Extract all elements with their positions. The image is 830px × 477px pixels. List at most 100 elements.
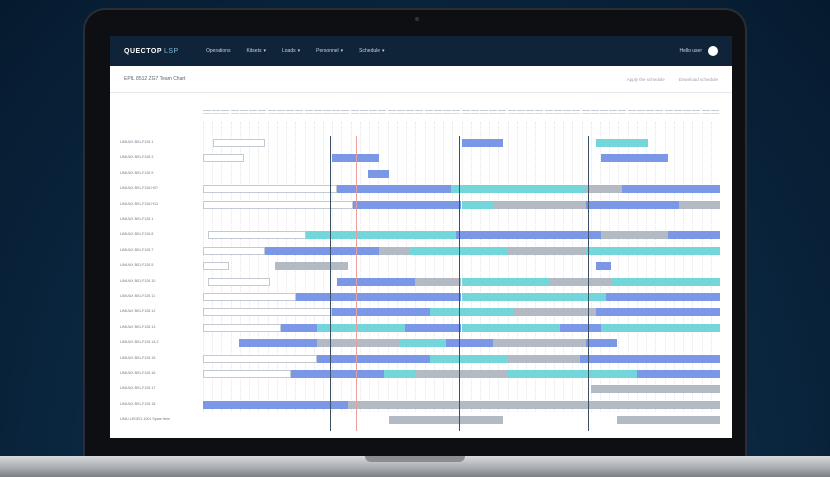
download-schedule-link[interactable]: Download schedule: [679, 77, 718, 82]
gantt-bar[interactable]: [492, 200, 586, 209]
day-column-header: [295, 110, 304, 118]
gantt-bar[interactable]: [595, 262, 612, 271]
gantt-bar[interactable]: [203, 354, 317, 363]
row-label: LIMUUX B01-F126 3: [120, 155, 154, 160]
gantt-bar[interactable]: [203, 400, 348, 409]
gantt-bar[interactable]: [414, 277, 462, 286]
gantt-bar[interactable]: [585, 246, 720, 255]
gantt-bar[interactable]: [290, 370, 384, 378]
grid-line: [415, 122, 417, 412]
gantt-bar[interactable]: [399, 339, 446, 348]
day-column-header: [664, 110, 673, 118]
gantt-bar[interactable]: [621, 185, 720, 194]
gantt-bar[interactable]: [203, 370, 291, 378]
gantt-bar[interactable]: [275, 262, 348, 271]
gantt-bar[interactable]: [445, 339, 493, 348]
gantt-bar[interactable]: [208, 231, 307, 240]
gantt-bar[interactable]: [616, 416, 720, 425]
gantt-bar[interactable]: [414, 370, 509, 378]
gantt-bar[interactable]: [347, 400, 720, 409]
gantt-bar[interactable]: [239, 339, 317, 348]
gantt-bar[interactable]: [389, 416, 503, 425]
gantt-bar[interactable]: [203, 262, 229, 271]
gantt-bar[interactable]: [451, 185, 586, 194]
brand-logo[interactable]: QUECTOP LSP: [124, 48, 206, 55]
grid-line: [664, 122, 666, 412]
gantt-bar[interactable]: [352, 200, 462, 209]
gantt-bar[interactable]: [203, 246, 266, 255]
gantt-bar[interactable]: [280, 323, 317, 332]
gantt-bar[interactable]: [601, 231, 669, 240]
gantt-bar[interactable]: [678, 200, 720, 209]
gantt-bar[interactable]: [595, 139, 648, 147]
gantt-bar[interactable]: [585, 339, 617, 348]
apply-schedule-link[interactable]: Apply the schedule: [627, 77, 665, 82]
gantt-bar[interactable]: [508, 354, 581, 363]
day-column-header: [535, 110, 544, 118]
gantt-bar[interactable]: [203, 293, 297, 301]
gantt-bar[interactable]: [585, 200, 679, 209]
gantt-bar[interactable]: [203, 308, 333, 317]
nav-item-personnel[interactable]: Personnel ▾: [316, 48, 343, 54]
gantt-bar[interactable]: [461, 293, 607, 301]
gantt-bar[interactable]: [316, 354, 431, 363]
gantt-bar[interactable]: [332, 308, 431, 317]
gantt-bar[interactable]: [549, 277, 612, 286]
grid-line: [590, 122, 592, 412]
chevron-down-icon: ▾: [340, 48, 344, 54]
day-column-header: [507, 110, 516, 118]
gantt-bar[interactable]: [456, 231, 602, 240]
gantt-bar[interactable]: [296, 293, 462, 301]
gantt-bar[interactable]: [595, 308, 720, 317]
nav-item-schedule[interactable]: Schedule ▾: [359, 48, 384, 54]
gantt-bar[interactable]: [580, 354, 720, 363]
gantt-bar[interactable]: [461, 139, 503, 147]
gantt-bar[interactable]: [508, 370, 638, 378]
gantt-bar[interactable]: [265, 246, 379, 255]
row-label: LIMUUX B01-F126 14-2: [120, 340, 159, 345]
gantt-bar[interactable]: [203, 185, 338, 194]
nav-item-loads[interactable]: Loads ▾: [282, 48, 300, 54]
day-column-header: [544, 110, 553, 118]
day-column-header: [415, 110, 424, 118]
grid-line: [239, 122, 241, 412]
gantt-bar[interactable]: [203, 154, 245, 163]
nav-item-kitsets[interactable]: Kitsets ▾: [246, 48, 266, 54]
gantt-bar[interactable]: [461, 323, 560, 332]
nav-item-operations[interactable]: Operations: [206, 48, 230, 54]
gantt-bar[interactable]: [461, 200, 493, 209]
gantt-bar[interactable]: [508, 246, 586, 255]
grid-line: [443, 122, 445, 412]
gantt-bar[interactable]: [337, 277, 415, 286]
gantt-bar[interactable]: [513, 308, 596, 317]
gantt-bar[interactable]: [208, 277, 271, 286]
gantt-bar[interactable]: [606, 293, 720, 301]
gantt-bar[interactable]: [601, 154, 669, 163]
gantt-bar[interactable]: [601, 323, 720, 332]
grid-line: [655, 122, 657, 412]
gantt-bar[interactable]: [430, 354, 509, 363]
day-column-header: [673, 110, 682, 118]
gantt-bar[interactable]: [492, 339, 586, 348]
day-column-header: [563, 110, 572, 118]
gantt-bar[interactable]: [668, 231, 720, 240]
gantt-bar[interactable]: [378, 246, 410, 255]
user-name[interactable]: Hello user: [679, 48, 702, 54]
row-label: LIMUUX B01-F126 11: [120, 294, 156, 298]
gantt-bar[interactable]: [461, 277, 550, 286]
gantt-bar[interactable]: [585, 185, 622, 194]
gantt-bar[interactable]: [203, 323, 281, 332]
gantt-bar[interactable]: [368, 169, 390, 178]
gantt-bar[interactable]: [430, 308, 514, 317]
gantt-bar[interactable]: [404, 323, 462, 332]
avatar[interactable]: [708, 46, 718, 56]
gantt-bar[interactable]: [559, 323, 602, 332]
row-label: LIMUUX B01-F126 13: [120, 324, 156, 329]
gantt-bar[interactable]: [383, 370, 415, 378]
gantt-bar[interactable]: [213, 139, 266, 147]
gantt-bar[interactable]: [337, 185, 452, 194]
gantt-bar[interactable]: [637, 370, 720, 378]
day-column-header: [249, 110, 258, 118]
gantt-bar[interactable]: [611, 277, 720, 286]
gantt-bar[interactable]: [590, 385, 720, 394]
